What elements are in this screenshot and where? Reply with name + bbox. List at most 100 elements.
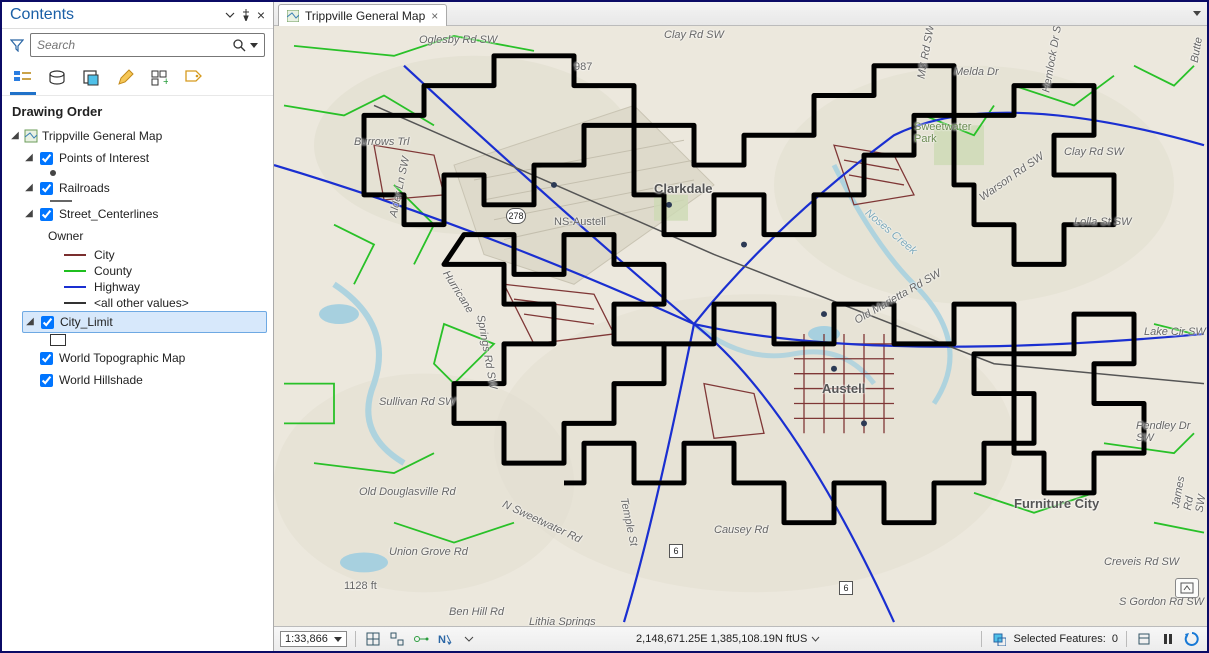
layer-tree: ◢ Trippville General Map ◢ Points of Int… (2, 125, 273, 651)
place-label: Clarkdale (654, 181, 713, 196)
search-input[interactable] (37, 38, 233, 52)
map-tab[interactable]: Trippville General Map × (278, 4, 447, 26)
pin-icon[interactable] (241, 9, 251, 21)
map-tabbar: Trippville General Map × (274, 2, 1207, 26)
marker-label: 987 (574, 61, 592, 73)
layer-points-of-interest[interactable]: ◢ Points of Interest (22, 147, 267, 169)
list-by-drawing-order-icon[interactable] (12, 67, 34, 89)
line-symbol-icon (64, 254, 86, 256)
navigator-button[interactable] (1175, 578, 1199, 598)
road-label: Clay Rd SW (664, 29, 724, 41)
road-label: Oglesby Rd SW (419, 34, 497, 46)
highway-shield: 278 (506, 208, 526, 224)
layer-visibility-checkbox[interactable] (40, 208, 53, 221)
list-by-editing-icon[interactable] (114, 67, 136, 89)
collapse-icon[interactable]: ◢ (24, 179, 34, 197)
list-by-source-icon[interactable] (46, 67, 68, 89)
place-label: Austell (822, 381, 865, 396)
list-by-snapping-icon[interactable]: + (148, 67, 170, 89)
layer-label: Street_Centerlines (59, 205, 158, 223)
contents-title: Contents (10, 6, 74, 24)
city-limit-symbol (22, 333, 267, 347)
chevron-down-icon[interactable] (460, 630, 478, 648)
road-label: Causey Rd (714, 524, 768, 536)
contents-panel: Contents × (2, 2, 274, 651)
layer-city-limit[interactable]: ◢ City_Limit (22, 311, 267, 333)
status-bar: 1:33,866 N 2,148,671.25E 1,385,108.19N f… (274, 626, 1207, 651)
tab-close-icon[interactable]: × (431, 9, 438, 23)
contents-toolbar: + (2, 63, 273, 96)
map-root-node[interactable]: ◢ Trippville General Map (8, 125, 267, 147)
collapse-icon[interactable]: ◢ (24, 149, 34, 167)
svg-text:N: N (438, 634, 446, 646)
map-icon (287, 10, 299, 22)
legend-highway: Highway (36, 279, 267, 295)
layer-world-topographic[interactable]: ◢ World Topographic Map (22, 347, 267, 369)
catalog-icon[interactable] (1135, 630, 1153, 648)
highway-shield: 6 (669, 544, 683, 558)
map-icon (24, 129, 38, 143)
road-label: Sullivan Rd SW (379, 396, 455, 408)
pause-drawing-icon[interactable] (1159, 630, 1177, 648)
layer-visibility-checkbox[interactable] (40, 374, 53, 387)
chevron-down-icon[interactable] (811, 635, 820, 644)
elevation-label: 1128 ft (344, 580, 377, 592)
city-limit-layer (274, 26, 1207, 626)
snapping-icon[interactable] (388, 630, 406, 648)
selected-features-label: Selected Features: (1014, 633, 1106, 645)
layer-visibility-checkbox[interactable] (40, 182, 53, 195)
scale-selector[interactable]: 1:33,866 (280, 631, 347, 647)
dropdown-icon[interactable] (225, 10, 235, 20)
map-pane: Trippville General Map × (274, 2, 1207, 651)
selected-features-count: 0 (1112, 633, 1118, 645)
search-box[interactable] (30, 33, 265, 57)
line-symbol-icon (64, 286, 86, 288)
scale-value: 1:33,866 (285, 633, 328, 645)
refresh-icon[interactable] (1183, 630, 1201, 648)
road-label: Lake Cir SW (1144, 326, 1206, 338)
selection-icon[interactable] (990, 630, 1008, 648)
legend-county: County (36, 263, 267, 279)
legend-label: Highway (94, 280, 140, 294)
chevron-down-icon[interactable] (334, 637, 342, 642)
corrections-icon[interactable]: N (436, 630, 454, 648)
layer-railroads[interactable]: ◢ Railroads (22, 177, 267, 199)
road-label: Union Grove Rd (389, 546, 468, 558)
list-by-labeling-icon[interactable] (182, 67, 204, 89)
place-label: Lithia Springs (529, 616, 596, 626)
layer-street-centerlines[interactable]: ◢ Street_Centerlines (22, 203, 267, 225)
collapse-icon[interactable]: ◢ (24, 205, 34, 223)
list-by-selection-icon[interactable] (80, 67, 102, 89)
search-icon[interactable] (233, 39, 246, 52)
layer-label: World Hillshade (59, 371, 143, 389)
layer-visibility-checkbox[interactable] (40, 352, 53, 365)
tabbar-dropdown-icon[interactable] (1193, 11, 1201, 16)
poi-symbol (22, 169, 267, 177)
collapse-icon[interactable]: ◢ (10, 127, 20, 145)
collapse-icon[interactable]: ◢ (25, 313, 35, 331)
search-dropdown-icon[interactable] (250, 43, 258, 48)
drawing-order-heading: Drawing Order (2, 96, 273, 125)
contents-header: Contents × (2, 2, 273, 29)
road-label: Melda Dr (954, 66, 999, 78)
snapping-grid-icon[interactable] (364, 630, 382, 648)
road-label: Pendley Dr SW (1136, 420, 1207, 444)
dynamic-constraints-icon[interactable] (412, 630, 430, 648)
filter-icon[interactable] (10, 38, 24, 52)
map-view[interactable]: Clarkdale Austell Furniture City Sweetwa… (274, 26, 1207, 626)
polygon-symbol-icon (50, 334, 66, 346)
coordinates-readout: 2,148,671.25E 1,385,108.19N ftUS (484, 633, 973, 645)
road-label: Burrows Trl (354, 136, 409, 148)
road-label: Ben Hill Rd (449, 606, 504, 618)
layer-label: Railroads (59, 179, 110, 197)
legend-other: <all other values> (36, 295, 267, 311)
layer-visibility-checkbox[interactable] (41, 316, 54, 329)
layer-world-hillshade[interactable]: ◢ World Hillshade (22, 369, 267, 391)
tab-label: Trippville General Map (305, 9, 425, 23)
svg-text:+: + (163, 76, 168, 87)
place-label: Furniture City (1014, 496, 1099, 511)
coordinates-text: 2,148,671.25E 1,385,108.19N ftUS (636, 633, 807, 645)
rail-label: NS-Austell (554, 216, 606, 228)
layer-visibility-checkbox[interactable] (40, 152, 53, 165)
close-icon[interactable]: × (257, 7, 265, 23)
